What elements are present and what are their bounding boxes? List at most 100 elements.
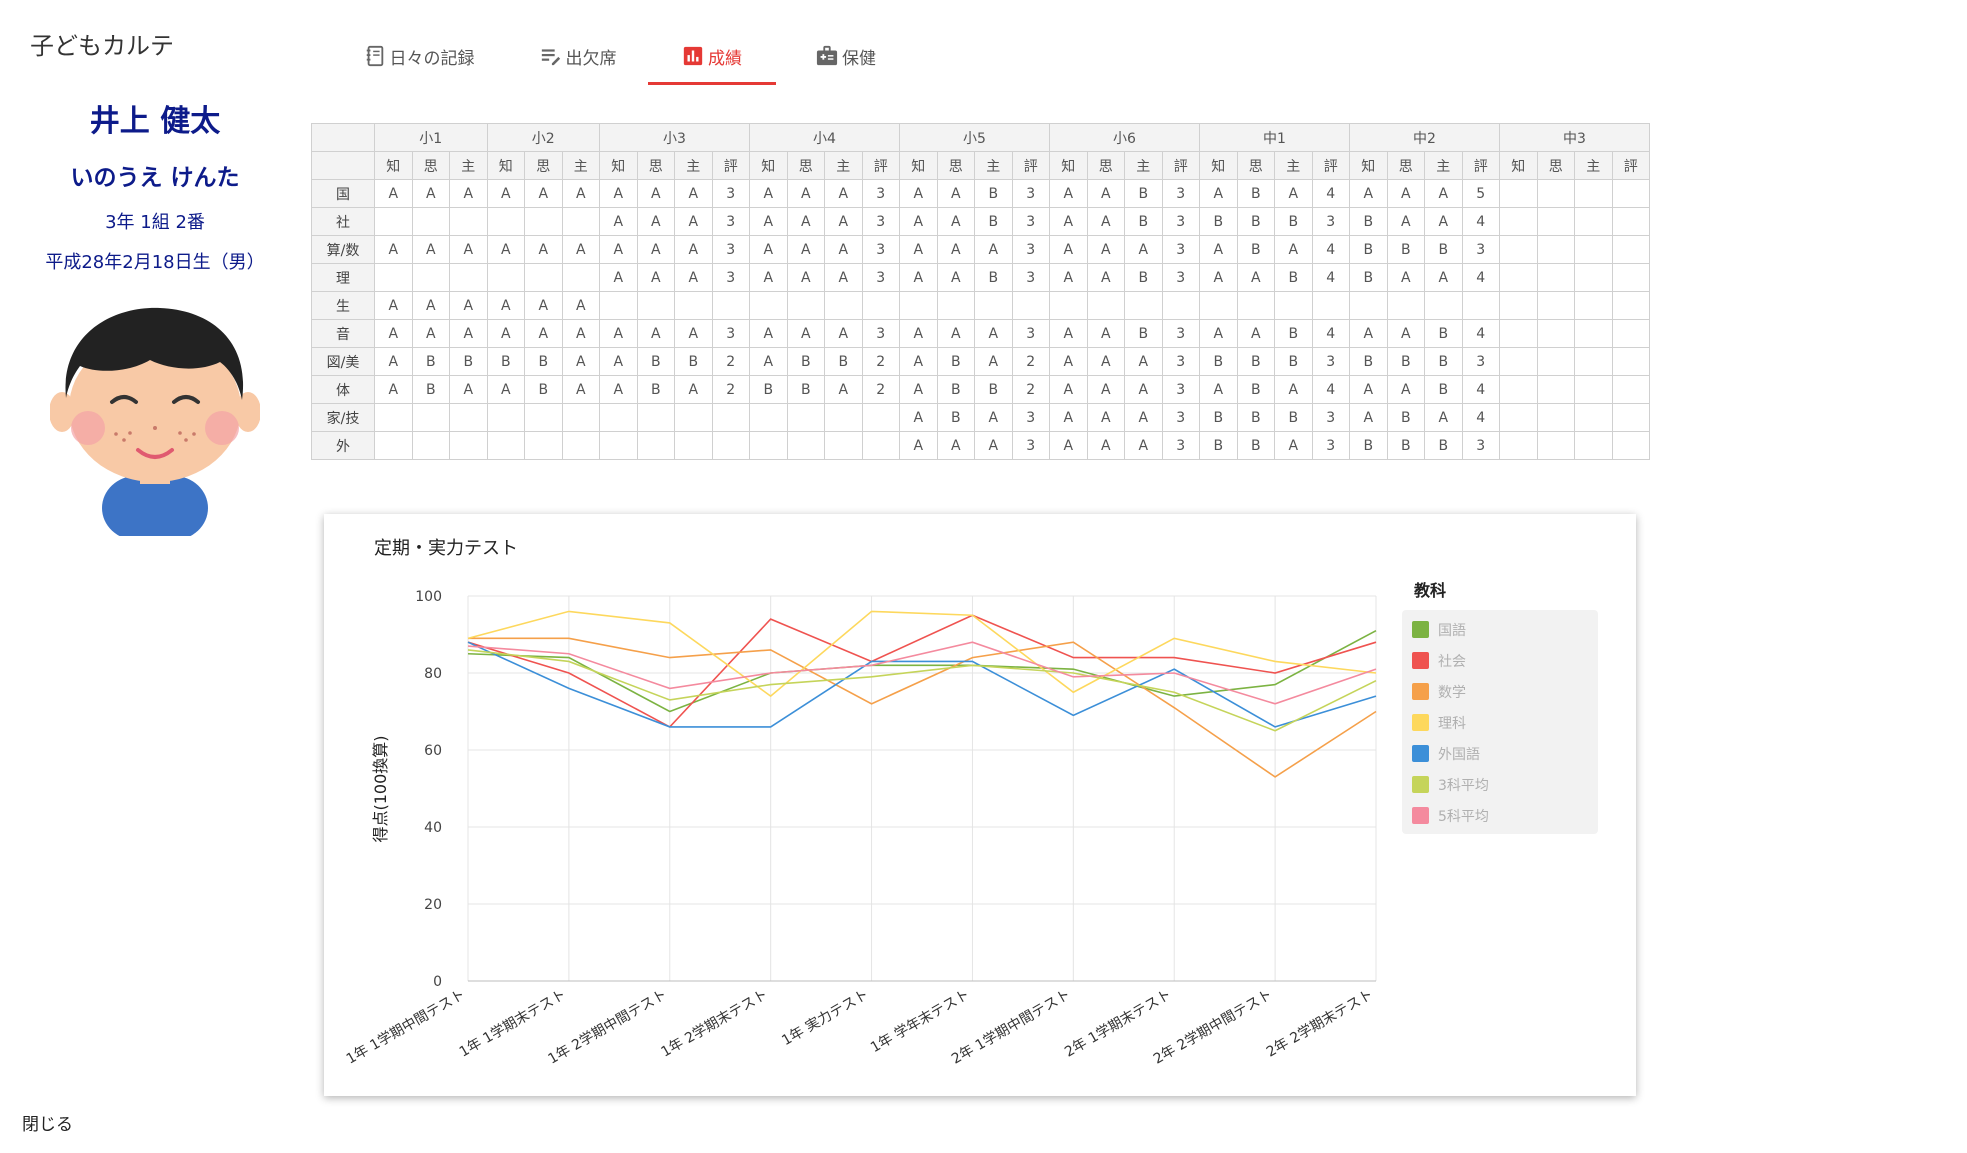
grade-cell: B	[1124, 319, 1163, 348]
table-row: 理AAA3AAA3AAB3AAB3AAB4BAA4	[311, 263, 1650, 292]
grade-cell	[486, 263, 525, 292]
grade-cell: A	[786, 263, 825, 292]
grade-cell: A	[1049, 207, 1088, 236]
grade-cell: 4	[1311, 319, 1350, 348]
grade-cell: 2	[1011, 347, 1050, 376]
grade-cell	[561, 263, 600, 292]
legend-swatch	[1412, 683, 1429, 700]
criterion-header: 知	[1199, 151, 1238, 180]
tab-attendance[interactable]: 出欠席	[508, 30, 648, 85]
criterion-header: 評	[861, 151, 900, 180]
grade-cell	[824, 403, 863, 432]
legend-entry: 社会	[1438, 654, 1466, 670]
grade-cell: A	[1049, 375, 1088, 404]
grade-cell	[411, 403, 450, 432]
criterion-header: 評	[1311, 151, 1350, 180]
grade-cell	[1499, 235, 1538, 264]
grade-cell: B	[1424, 235, 1463, 264]
y-tick-label: 80	[424, 666, 442, 682]
grade-cell	[1611, 291, 1650, 320]
grade-cell: A	[1274, 235, 1313, 264]
grade-cell: B	[1274, 319, 1313, 348]
tab-health[interactable]: 保健	[776, 30, 916, 85]
grade-cell: A	[824, 319, 863, 348]
main-tabs: 日々の記録 出欠席 成績 保健	[330, 30, 916, 86]
grade-cell	[1236, 291, 1275, 320]
grade-cell	[411, 207, 450, 236]
criterion-header: 知	[599, 151, 638, 180]
grade-cell	[824, 431, 863, 460]
grade-cell: A	[1199, 375, 1238, 404]
grade-cell: B	[786, 347, 825, 376]
tab-label: 成績	[708, 48, 742, 69]
grade-cell: 3	[861, 319, 900, 348]
grade-cell: B	[1424, 319, 1463, 348]
grade-cell: A	[1049, 431, 1088, 460]
grade-cell: 3	[1161, 235, 1200, 264]
tab-grades[interactable]: 成績	[648, 30, 776, 85]
grade-cell	[1499, 291, 1538, 320]
grade-cell: B	[1386, 347, 1425, 376]
grade-cell: A	[1086, 263, 1125, 292]
grade-cell: A	[1424, 179, 1463, 208]
grade-cell: B	[1274, 207, 1313, 236]
tab-daily-records[interactable]: 日々の記録	[330, 30, 508, 85]
grade-cell	[674, 403, 713, 432]
grade-cell: A	[1386, 263, 1425, 292]
legend-swatch	[1412, 714, 1429, 731]
grade-cell: B	[1274, 263, 1313, 292]
grade-cell: B	[1236, 235, 1275, 264]
grade-cell: A	[1349, 319, 1388, 348]
legend-entry: 3科平均	[1438, 778, 1489, 794]
grade-cell: B	[1386, 403, 1425, 432]
grade-cell: B	[1236, 207, 1275, 236]
criterion-header: 思	[1386, 151, 1425, 180]
grade-cell	[1536, 291, 1575, 320]
grade-cell	[1611, 319, 1650, 348]
grade-cell	[1536, 263, 1575, 292]
subject-label: 理	[311, 263, 375, 292]
grade-cell	[1311, 291, 1350, 320]
table-row: 算/数 A A A A A A A A A 3 A A A 3 A A A 3 A A A 3 A B A 4 B B B 3	[311, 235, 1650, 264]
grade-cell: 4	[1311, 179, 1350, 208]
grade-cell: B	[974, 263, 1013, 292]
grade-cell: 3	[1011, 319, 1050, 348]
grade-cell	[1049, 291, 1088, 320]
grade-cell: B	[1349, 207, 1388, 236]
grade-cell: A	[824, 179, 863, 208]
grade-cell: A	[374, 291, 413, 320]
grade-cell	[711, 291, 750, 320]
grade-cell	[861, 431, 900, 460]
grade-cell: A	[899, 179, 938, 208]
grade-cell: A	[486, 179, 525, 208]
grade-cell: 4	[1461, 403, 1500, 432]
grade-cell: A	[411, 235, 450, 264]
grade-cell: A	[974, 235, 1013, 264]
grade-cell: B	[974, 179, 1013, 208]
subject-label: 図/美	[311, 347, 375, 376]
grade-cell: A	[636, 207, 675, 236]
grade-cell: 3	[1011, 403, 1050, 432]
grade-cell: 3	[711, 263, 750, 292]
grade-cell	[524, 207, 563, 236]
grade-cell	[711, 431, 750, 460]
grade-cell	[1499, 319, 1538, 348]
grade-cell: A	[674, 319, 713, 348]
close-button[interactable]: 閉じる	[22, 1110, 73, 1135]
grade-cell: A	[599, 263, 638, 292]
grade-cell	[1536, 179, 1575, 208]
grade-cell: B	[1349, 431, 1388, 460]
grade-cell	[449, 403, 488, 432]
grade-cell: A	[974, 403, 1013, 432]
grade-cell: A	[486, 319, 525, 348]
grade-header: 中1	[1199, 123, 1350, 152]
grade-cell: A	[374, 375, 413, 404]
grade-cell: A	[786, 207, 825, 236]
grade-cell	[1199, 291, 1238, 320]
grade-cell: 3	[711, 235, 750, 264]
grade-cell	[561, 207, 600, 236]
criterion-header: 評	[1611, 151, 1650, 180]
criterion-header: 思	[1236, 151, 1275, 180]
grade-header: 小3	[599, 123, 750, 152]
grade-cell: 3	[711, 179, 750, 208]
